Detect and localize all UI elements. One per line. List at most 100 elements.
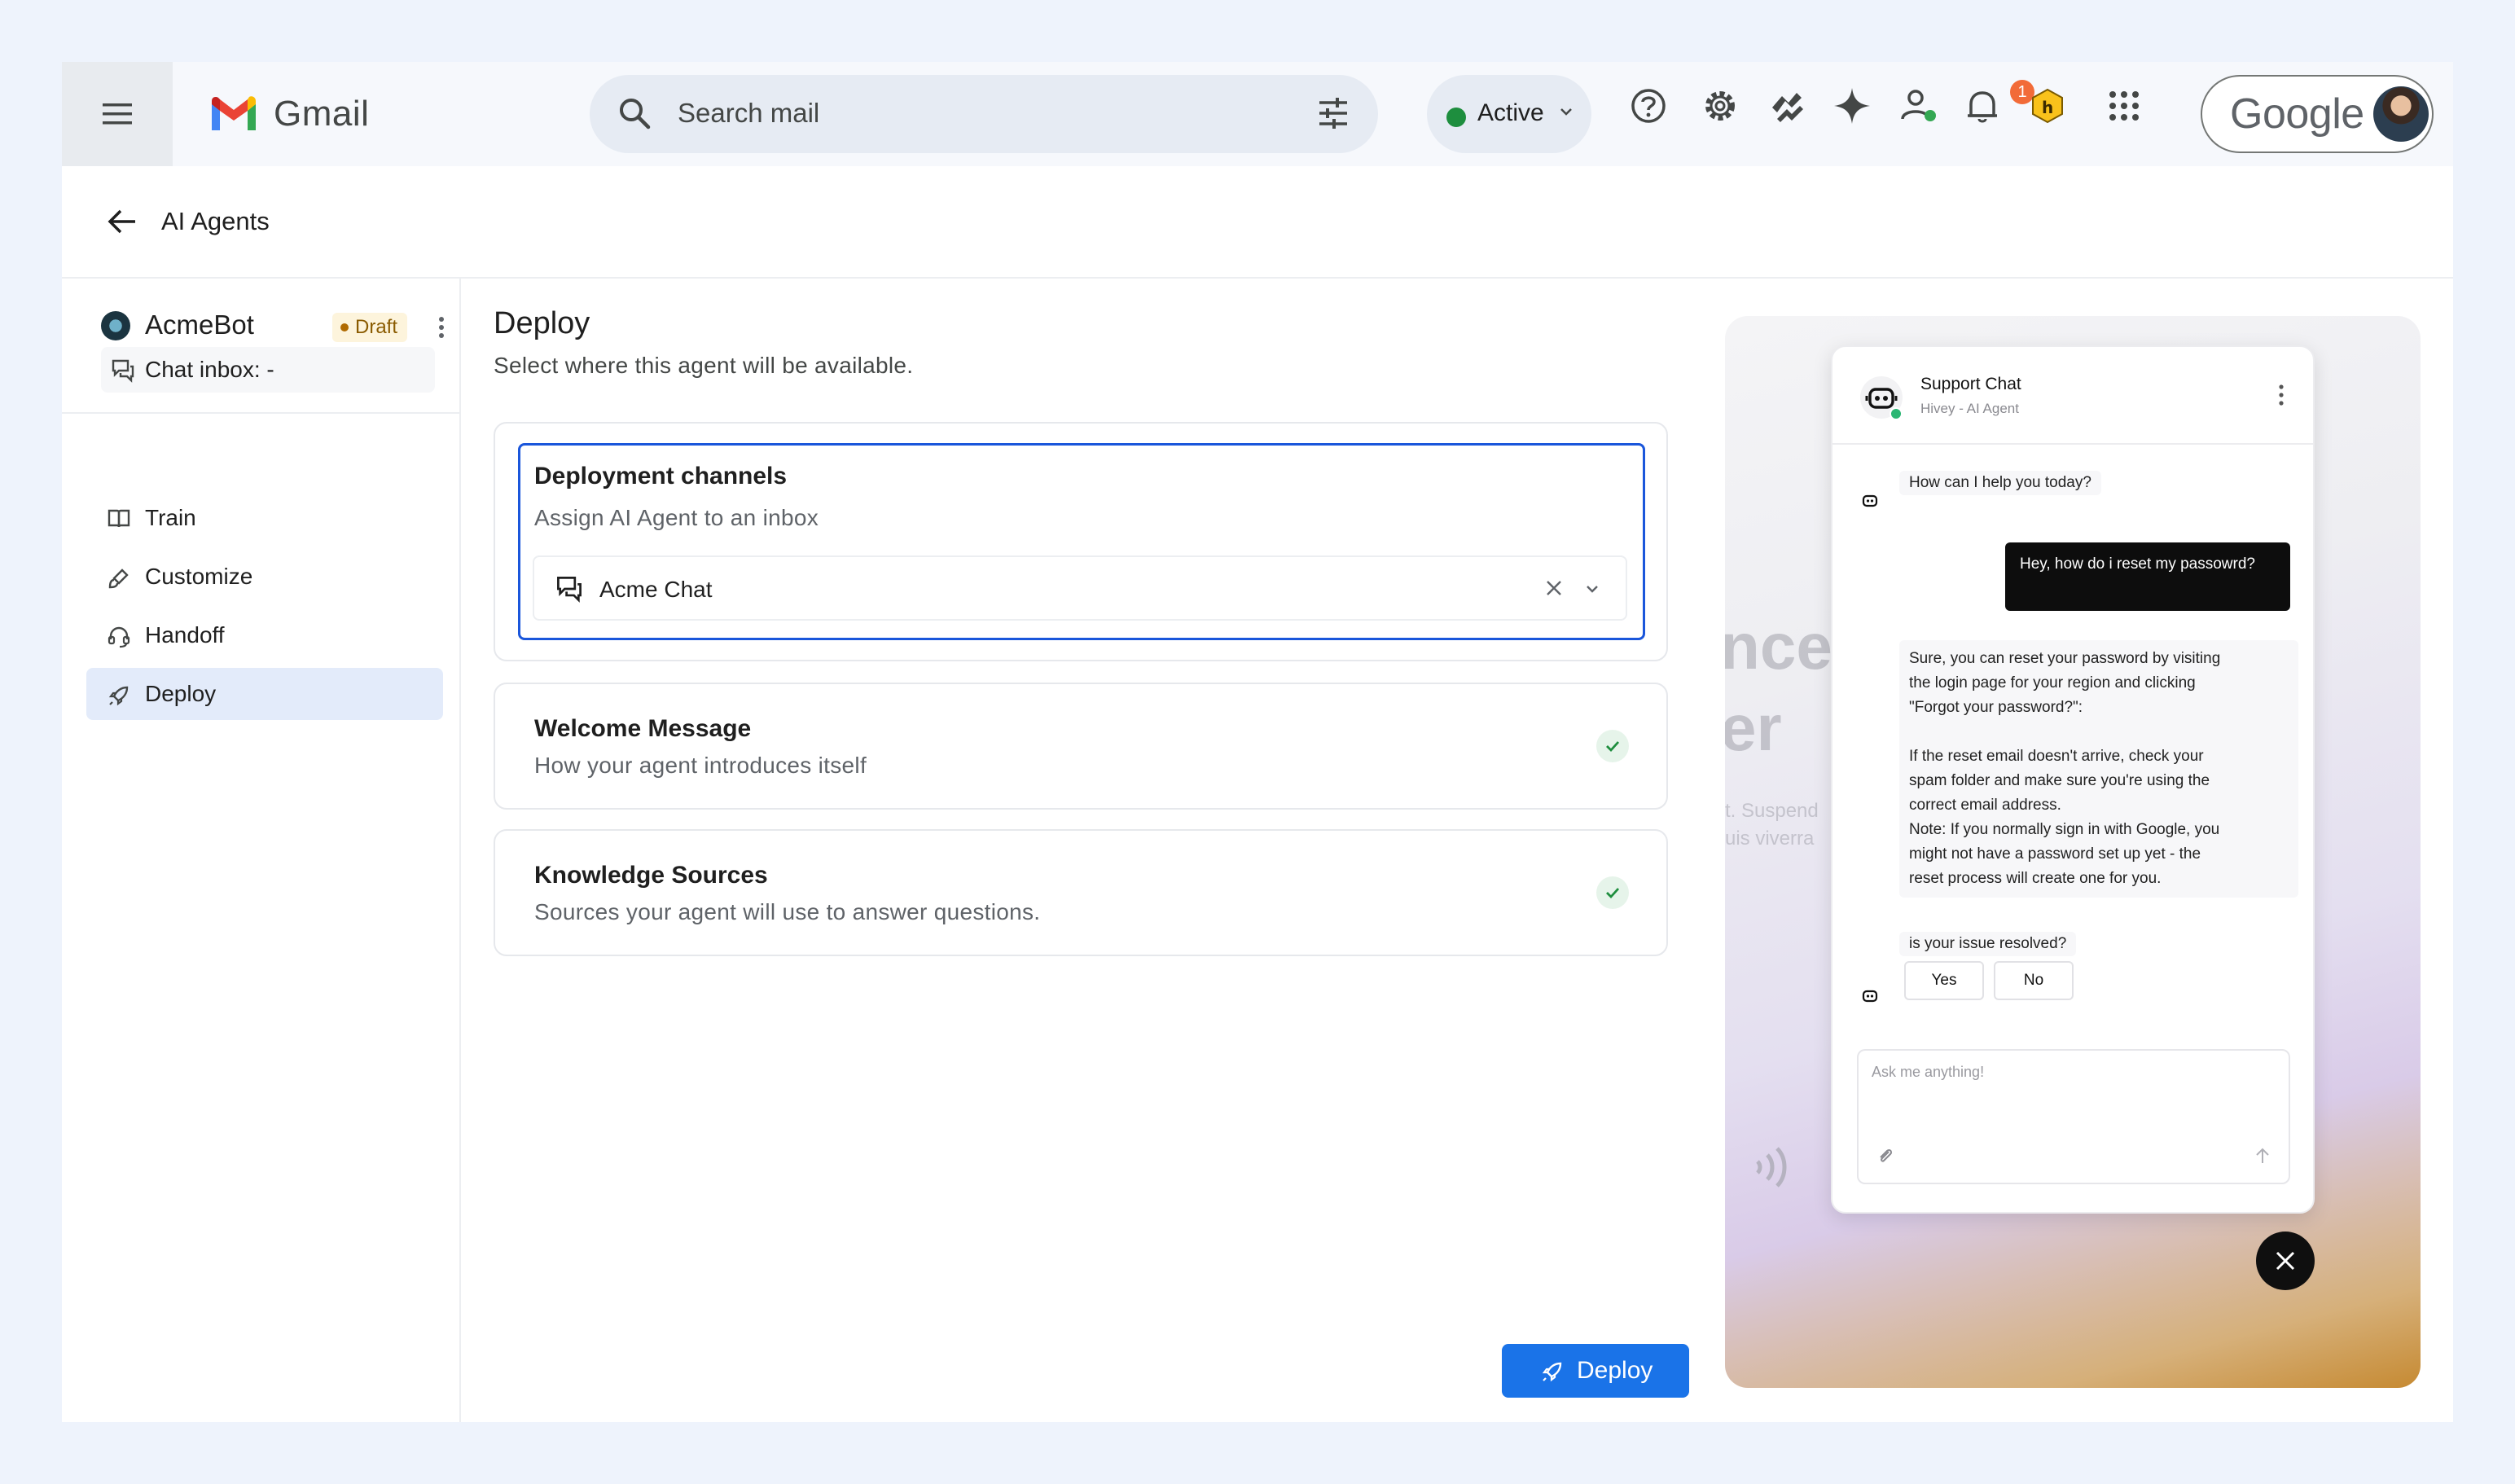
book-icon [108,509,130,528]
chevron-down-icon[interactable] [1583,580,1601,598]
card-subtitle: Assign AI Agent to an inbox [534,505,819,530]
avatar [2373,86,2429,142]
more-vert-icon[interactable] [435,316,448,339]
sidebar-item-train[interactable]: Train [86,492,443,544]
sidebar-item-label: Customize [145,564,253,589]
sidebar-item-customize[interactable]: Customize [86,551,443,603]
page-header: AI Agents [62,166,2453,279]
preview-background-text: t. Suspend [1725,800,1819,822]
paperclip-icon[interactable] [1876,1147,1894,1165]
contact-status-icon[interactable] [1898,85,1940,127]
gemini-sparkle-icon[interactable] [1831,85,1873,127]
rocket-icon [1542,1362,1562,1382]
status-badge-label: Draft [355,316,398,338]
main-menu-button[interactable] [62,62,173,166]
page-title: AI Agents [161,207,270,235]
more-vert-icon[interactable] [2277,384,2285,406]
bot-greeting-message: How can I help you today? [1899,471,2101,495]
svg-text:h: h [2042,98,2053,117]
check-icon [1596,876,1629,909]
gmail-logo[interactable]: Gmail [208,86,369,142]
chat-input-placeholder: Ask me anything! [1872,1064,1985,1080]
search-bar[interactable]: Search mail [590,75,1378,153]
user-message: Hey, how do i reset my passowrd? [2005,542,2290,611]
online-indicator [1890,407,1903,420]
check-icon [1596,730,1629,762]
card-title: Deployment channels [534,463,788,490]
chat-title: Support Chat [1920,375,2021,393]
hamburger-icon [103,103,132,125]
back-arrow-icon[interactable] [106,207,138,236]
gmail-m-icon [212,96,256,130]
chat-bubbles-icon [112,359,134,383]
section-title: Deploy [494,306,590,340]
agent-name: AcmeBot [145,310,254,340]
sidebar-item-label: Handoff [145,622,225,648]
search-icon[interactable] [616,94,653,132]
chat-inbox-label: Chat inbox: - [145,357,274,382]
bot-reply-message: Sure, you can reset your password by vis… [1899,640,2298,898]
robot-icon [1862,494,1878,507]
status-label: Active [1477,99,1544,126]
search-input[interactable]: Search mail [678,98,819,129]
sidebar-item-label: Train [145,505,196,530]
sidebar-item-label: Deploy [145,681,217,706]
help-icon[interactable] [1627,85,1670,127]
chat-inbox-row: Chat inbox: - [101,347,435,393]
deploy-button-label: Deploy [1577,1357,1653,1384]
preview-background-text: nce [1725,610,1832,683]
agent-logo [101,311,130,340]
quick-reply-yes[interactable]: Yes [1904,961,1984,1000]
quick-reply-no[interactable]: No [1994,961,2074,1000]
deploy-button[interactable]: Deploy [1502,1344,1689,1398]
sidebar-item-deploy[interactable]: Deploy [86,668,443,720]
selected-inbox: Acme Chat [599,577,713,602]
chat-message-input[interactable]: Ask me anything! [1857,1049,2290,1184]
notification-bell-icon[interactable] [1961,85,2004,127]
clear-icon[interactable] [1544,578,1564,598]
apps-grid-icon[interactable] [2103,85,2145,127]
bot-question-message: is your issue resolved? [1899,932,2077,956]
status-selector[interactable]: Active [1427,75,1591,153]
rocket-icon [108,686,129,706]
close-chat-button[interactable] [2256,1232,2315,1290]
card-subtitle: Sources your agent will use to answer qu… [534,899,1041,924]
support-chat-window: Support Chat Hivey - AI Agent How can I … [1831,345,2315,1214]
agent-sidebar: AcmeBot Draft Chat inbox: - Train Custom… [62,279,461,1422]
divider [62,412,459,414]
card-title: Welcome Message [534,715,752,742]
chat-subtitle: Hivey - AI Agent [1920,401,2019,416]
card-title: Knowledge Sources [534,862,768,889]
chat-bubbles-icon [557,577,582,603]
status-badge: Draft [332,313,408,342]
send-arrow-icon[interactable] [2254,1147,2271,1165]
knowledge-sources-card[interactable]: Knowledge Sources Sources your agent wil… [494,829,1668,956]
chat-widget-preview: nce er t. Suspend uis viverra Support Ch… [1725,316,2421,1388]
app-frame: Gmail Search mail Active 1 h Google AI A… [62,62,2453,1422]
status-dot [1446,108,1466,127]
brush-icon [108,569,129,589]
settings-gear-icon[interactable] [1699,85,1741,127]
app-name: Gmail [274,94,370,134]
headset-icon [108,626,130,648]
gmail-topbar: Gmail Search mail Active 1 h Google [62,62,2453,166]
preview-background-text: er [1725,692,1782,764]
section-subtitle: Select where this agent will be availabl… [494,353,914,378]
search-options-icon[interactable] [1315,94,1352,132]
account-label: Google [2230,90,2364,138]
inbox-select[interactable]: Acme Chat [533,555,1627,621]
agent-header: AcmeBot Draft [101,303,444,345]
welcome-message-card[interactable]: Welcome Message How your agent introduce… [494,683,1668,810]
sound-wave-icon [1756,1147,1787,1188]
card-subtitle: How your agent introduces itself [534,753,867,778]
deployment-channels-card: Deployment channels Assign AI Agent to a… [494,422,1668,661]
hive-extension-icon[interactable]: h [2026,85,2069,127]
google-account-button[interactable]: Google [2201,75,2434,153]
sidebar-item-handoff[interactable]: Handoff [86,609,443,661]
chevron-down-icon [1560,108,1572,116]
robot-icon [1862,990,1878,1003]
chat-header: Support Chat Hivey - AI Agent [1832,347,2313,445]
close-icon [2276,1251,2295,1271]
preview-background-text: uis viverra [1725,828,1815,850]
addon-puzzle-icon[interactable] [1766,85,1808,127]
